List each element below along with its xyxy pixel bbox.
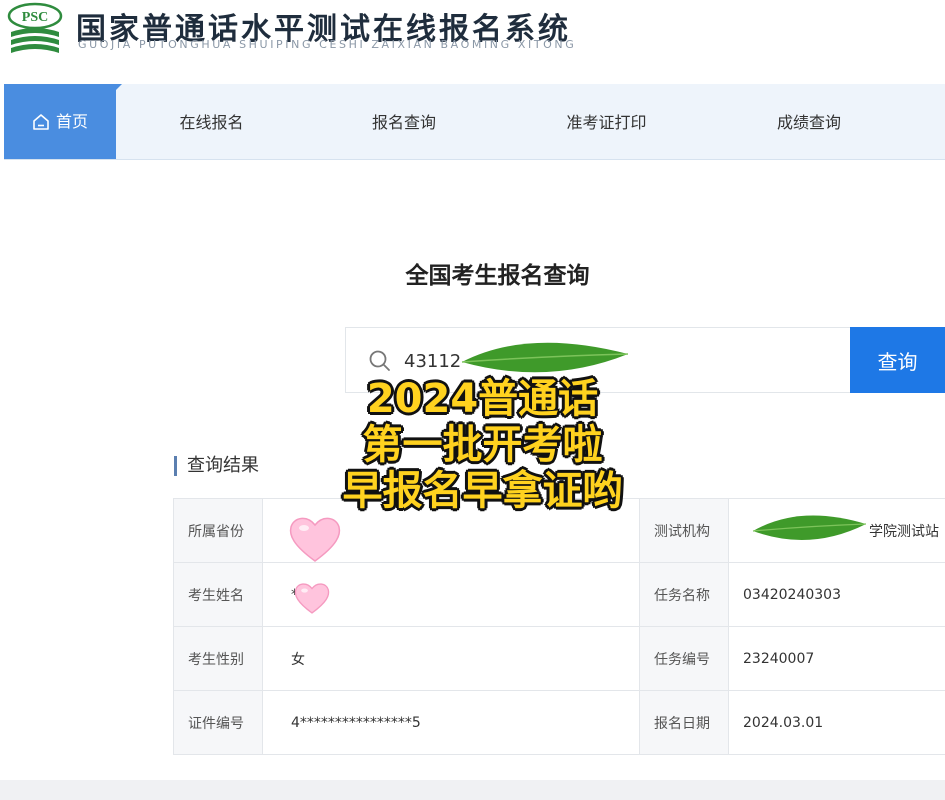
value-candidate-gender: 女 [262, 626, 640, 691]
footer-strip [0, 780, 945, 800]
nav-item-score-query[interactable]: 成绩查询 [754, 84, 864, 159]
site-header: PSC 国家普通话水平测试在线报名系统 GUOJIA PUTONGHUA SHU… [0, 0, 945, 80]
value-task-number: 23240007 [728, 626, 945, 691]
nav-item-label: 首页 [55, 111, 88, 131]
caption-line: 第一批开考啦 [362, 422, 603, 468]
label-candidate-gender: 考生性别 [173, 626, 263, 691]
table-row: 证件编号 4****************5 报名日期 2024.03.01 [173, 690, 945, 755]
label-registration-date: 报名日期 [639, 690, 729, 755]
promo-caption: 2024普通话 第一批开考啦 早报名早拿证哟 [0, 376, 945, 514]
page-title: 全国考生报名查询 [405, 263, 590, 289]
label-task-name: 任务名称 [639, 562, 729, 627]
caption-line: 早报名早拿证哟 [342, 468, 623, 514]
value-id-number: 4****************5 [262, 690, 640, 755]
value-registration-date: 2024.03.01 [728, 690, 945, 755]
heart-sticker-icon [289, 517, 341, 562]
caption-line: 2024普通话 [366, 376, 599, 422]
home-icon [33, 113, 49, 130]
nav-item-online-registration[interactable]: 在线报名 [154, 84, 269, 159]
heart-sticker-icon [294, 583, 330, 614]
nav-item-registration-query[interactable]: 报名查询 [349, 84, 459, 159]
nav-item-home[interactable]: 首页 [4, 84, 122, 159]
label-id-number: 证件编号 [173, 690, 263, 755]
main-nav: 首页 在线报名 报名查询 准考证打印 成绩查询 [4, 84, 945, 160]
site-subtitle: GUOJIA PUTONGHUA SHUIPING CESHI ZAIXIAN … [78, 38, 577, 51]
leaf-sticker-icon [752, 515, 867, 540]
table-row: 考生姓名 * 任务名称 03420240303 [173, 562, 945, 627]
svg-text:PSC: PSC [22, 10, 48, 25]
nav-item-admission-ticket-print[interactable]: 准考证打印 [549, 84, 664, 159]
value-task-name: 03420240303 [728, 562, 945, 627]
label-candidate-name: 考生姓名 [173, 562, 263, 627]
table-row: 考生性别 女 任务编号 23240007 [173, 626, 945, 691]
psc-logo[interactable]: PSC [6, 2, 64, 60]
label-task-number: 任务编号 [639, 626, 729, 691]
search-icon [369, 350, 390, 371]
